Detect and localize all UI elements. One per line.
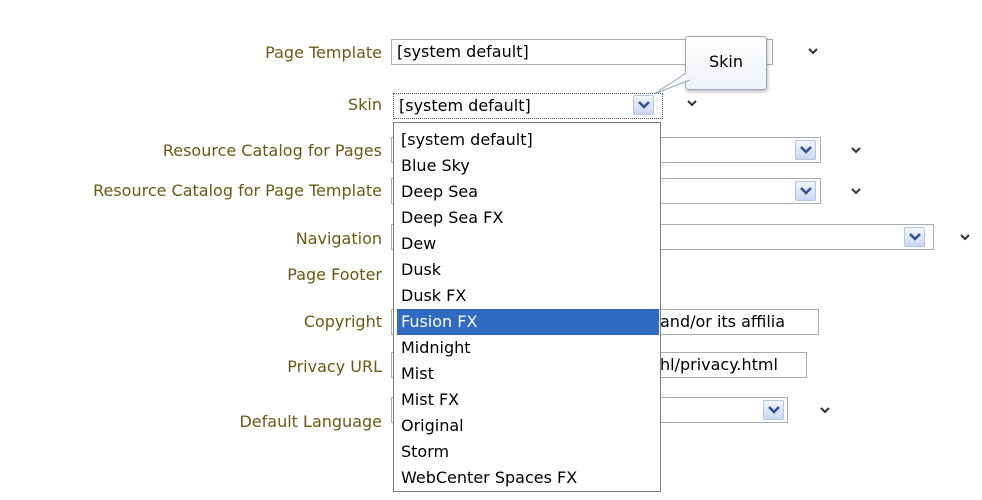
resource-catalog-pages-dropdown-button[interactable] <box>795 140 816 160</box>
skin-option-dusk-fx[interactable]: Dusk FX <box>397 283 659 309</box>
navigation-chevron-icon[interactable] <box>958 232 972 242</box>
resource-catalog-pages-label: Resource Catalog for Pages <box>162 141 382 160</box>
chevron-down-icon <box>800 187 812 195</box>
navigation-dropdown-button[interactable] <box>904 227 925 247</box>
privacy-url-label: Privacy URL <box>287 357 382 376</box>
privacy-url-value: hl/privacy.html <box>660 355 778 374</box>
skin-value: [system default] <box>399 96 531 115</box>
skin-option-blue-sky[interactable]: Blue Sky <box>397 153 659 179</box>
skin-tooltip: Skin <box>685 36 767 90</box>
navigation-label: Navigation <box>295 229 382 248</box>
page-footer-label: Page Footer <box>287 265 382 284</box>
skin-tooltip-text: Skin <box>708 52 743 71</box>
chevron-down-icon <box>800 146 812 154</box>
tooltip-pointer <box>653 72 691 95</box>
default-language-chevron-icon[interactable] <box>818 405 832 415</box>
skin-option-dusk[interactable]: Dusk <box>397 257 659 283</box>
skin-option-midnight[interactable]: Midnight <box>397 335 659 361</box>
skin-label: Skin <box>347 95 382 114</box>
skin-option-dew[interactable]: Dew <box>397 231 659 257</box>
skin-option-mist[interactable]: Mist <box>397 361 659 387</box>
resource-catalog-pages-chevron-icon[interactable] <box>849 145 863 155</box>
skin-select[interactable]: [system default] <box>393 93 663 119</box>
page-template-label: Page Template <box>265 43 382 62</box>
chevron-down-icon <box>768 406 780 414</box>
resource-catalog-template-label: Resource Catalog for Page Template <box>93 181 382 200</box>
skin-option-fusion-fx[interactable]: Fusion FX <box>397 309 659 335</box>
skin-option-storm[interactable]: Storm <box>397 439 659 465</box>
skin-option-mist-fx[interactable]: Mist FX <box>397 387 659 413</box>
skin-dropdown-list: [system default] Blue Sky Deep Sea Deep … <box>393 122 661 492</box>
skin-chevron-icon[interactable] <box>685 98 699 108</box>
default-language-label: Default Language <box>239 412 382 431</box>
default-language-dropdown-button[interactable] <box>763 400 784 420</box>
chevron-down-icon <box>909 233 921 241</box>
chevron-down-icon <box>638 101 650 109</box>
skin-option-system-default[interactable]: [system default] <box>397 127 659 153</box>
page-template-value: [system default] <box>397 42 529 61</box>
skin-dropdown-button[interactable] <box>633 95 654 115</box>
page-template-chevron-icon[interactable] <box>806 46 820 56</box>
skin-option-original[interactable]: Original <box>397 413 659 439</box>
resource-catalog-template-chevron-icon[interactable] <box>849 186 863 196</box>
resource-catalog-template-dropdown-button[interactable] <box>795 181 816 201</box>
skin-option-webcenter-spaces-fx[interactable]: WebCenter Spaces FX <box>397 465 659 491</box>
copyright-label: Copyright <box>303 312 382 331</box>
skin-option-deep-sea-fx[interactable]: Deep Sea FX <box>397 205 659 231</box>
copyright-value: and/or its affilia <box>660 312 786 331</box>
skin-option-deep-sea[interactable]: Deep Sea <box>397 179 659 205</box>
